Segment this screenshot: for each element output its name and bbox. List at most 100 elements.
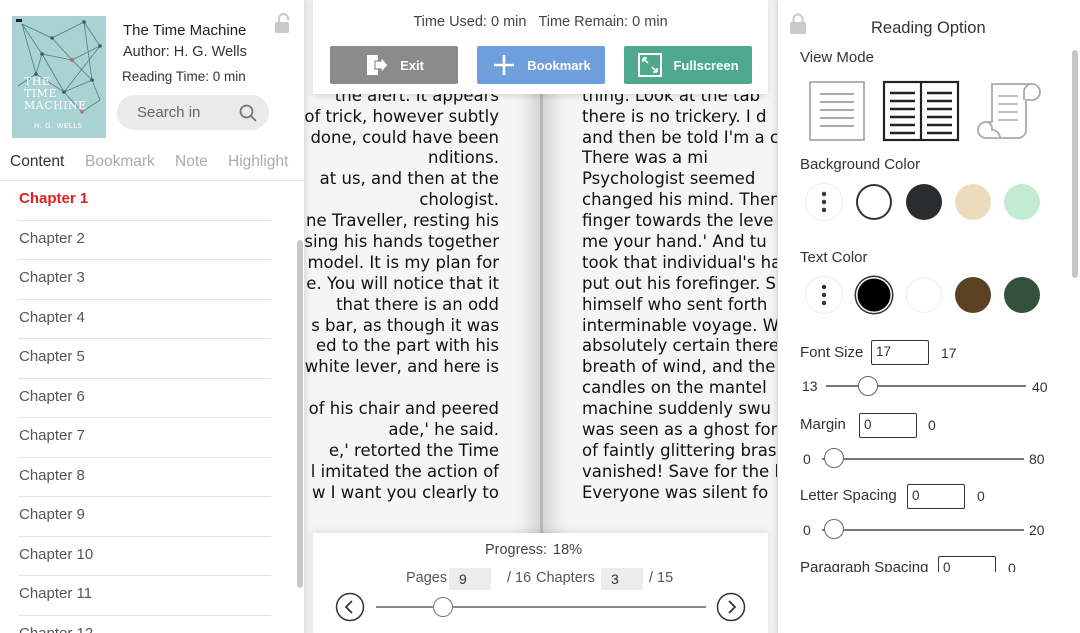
text-line: was seen as a ghost for [582,420,777,440]
tab-bookmark[interactable]: Bookmark [85,153,155,171]
chapter-item[interactable]: Chapter 1 [18,181,271,221]
background-color-swatch[interactable] [1004,184,1040,220]
reading-option-scrollbar[interactable] [1072,50,1078,278]
text-line: vanished! Save for the la [582,461,777,481]
text-color-label: Text Color [800,249,868,266]
text-line: and then be told I'm a c [582,127,777,147]
chapters-label: Chapters [536,570,595,586]
text-color-swatch[interactable] [856,277,892,313]
panel-tabs: Content Bookmark Note Highlight [0,153,304,181]
margin-slider-thumb[interactable] [824,448,844,468]
text-line: model. It is my plan for [307,252,499,272]
text-line: himself who sent forth [582,294,768,314]
font-size-slider-thumb[interactable] [858,376,878,396]
chapter-total: / 15 [649,570,674,586]
text-color-swatch[interactable] [955,277,991,313]
chapter-item[interactable]: Chapter 9 [18,497,271,537]
search-box[interactable] [117,95,269,130]
book-cover: THE TIME MACHINE H. G. WELLS [12,16,106,138]
progress-slider-thumb[interactable] [433,597,454,617]
background-color-swatch[interactable] [856,184,892,220]
chapter-item[interactable]: Chapter 4 [18,300,271,339]
pages-label: Pages [406,570,448,586]
search-icon[interactable] [238,103,258,123]
lock-icon[interactable] [788,13,808,35]
chapter-number-input[interactable]: 3 [601,568,643,590]
letter-spacing-label: Letter Spacing [800,487,897,504]
margin-input[interactable]: 0 [859,413,917,438]
chapter-item[interactable]: Chapter 7 [18,418,271,458]
text-line: there is no trickery. I d [582,106,767,126]
text-line: w I want you clearly to [311,482,499,502]
text-line: finger towards the leve [582,211,774,231]
letter-spacing-min: 0 [803,522,811,538]
chapter-list-scrollbar[interactable] [297,240,303,588]
chapter-item[interactable]: Chapter 6 [18,379,271,418]
scroll-view-icon[interactable] [976,80,1042,142]
background-color-swatch[interactable] [955,184,991,220]
letter-spacing-max: 20 [1029,522,1045,538]
text-color-swatch[interactable] [1004,277,1040,313]
letter-spacing-slider-thumb[interactable] [824,519,844,539]
text-line: candles on the mantel [582,378,767,398]
page-text: dMan stood behind thethe alert. It appea… [304,44,499,504]
paragraph-spacing-label: Paragraph Spacing [800,559,929,572]
paragraph-spacing-input[interactable]: 0 [938,556,996,572]
text-line: Psychologist seemed [582,169,756,189]
text-line: that there is an odd [336,294,499,314]
double-page-view-icon[interactable] [882,80,960,142]
more-text-colors-button[interactable] [806,277,842,313]
tab-content[interactable]: Content [10,153,64,171]
bookmark-button[interactable]: Bookmark [477,46,605,84]
single-page-view-icon[interactable] [808,80,868,142]
page-total: / 16 [507,570,532,586]
fullscreen-button[interactable]: Fullscreen [624,46,752,84]
font-size-label: Font Size [800,344,864,361]
chapter-item[interactable]: Chapter 12 [18,616,271,633]
time-remain: Time Remain: 0 min [538,14,668,30]
text-line: machine suddenly swu [582,399,771,419]
chapter-item[interactable]: Chapter 5 [18,339,271,379]
time-used: Time Used: 0 min [413,14,527,30]
text-line: done, could have been [310,127,499,147]
font-size-slider-track[interactable] [826,385,1026,387]
chapter-item[interactable]: Chapter 11 [18,576,271,616]
navigation-panel: THE TIME MACHINE H. G. WELLS The Time Ma… [0,0,304,633]
letter-spacing-slider-track[interactable] [822,529,1024,531]
text-line: There was a mi [582,148,708,168]
font-size-input[interactable]: 17 [871,340,929,365]
letter-spacing-input[interactable]: 0 [907,484,965,509]
text-line: of trick, however subtly [304,106,499,126]
tab-highlight[interactable]: Highlight [228,153,288,171]
text-line: took that individual's ha [582,252,777,272]
reading-option-title: Reading Option [871,19,986,37]
chapter-list: Chapter 1 Chapter 2 Chapter 3 Chapter 4 Chap… [0,181,304,633]
page-number-input[interactable]: 9 [449,568,491,590]
chapter-item[interactable]: Chapter 8 [18,458,271,497]
more-vertical-icon [821,284,827,306]
book-author: Author: H. G. Wells [123,44,247,60]
text-color-swatch[interactable] [906,277,942,313]
background-color-swatch[interactable] [906,184,942,220]
chapter-item[interactable]: Chapter 10 [18,537,271,576]
chapter-item[interactable]: Chapter 3 [18,260,271,300]
text-line: ade,' he said. [388,420,499,440]
chapter-item[interactable]: Chapter 2 [18,221,271,260]
cover-title: THE TIME MACHINE [24,75,87,112]
tab-note[interactable]: Note [175,153,208,171]
margin-slider-track[interactable] [822,458,1024,460]
more-background-colors-button[interactable] [806,184,842,220]
margin-value: 0 [928,417,936,433]
search-input[interactable] [137,102,229,122]
reading-option-panel: Reading Option View Mode Background Colo… [778,0,1080,633]
next-page-button[interactable] [716,592,746,622]
unlock-icon[interactable] [272,12,294,34]
text-line: breath of wind, and the [582,357,776,377]
previous-page-button[interactable] [335,592,365,622]
text-line: Everyone was silent fo [582,482,769,502]
text-line: at us, and then at the [319,169,499,189]
progress-slider-track[interactable] [376,606,706,608]
exit-button[interactable]: Exit [330,46,458,84]
reading-time: Reading Time: 0 min [122,69,246,84]
progress-value: 18% [553,542,583,558]
